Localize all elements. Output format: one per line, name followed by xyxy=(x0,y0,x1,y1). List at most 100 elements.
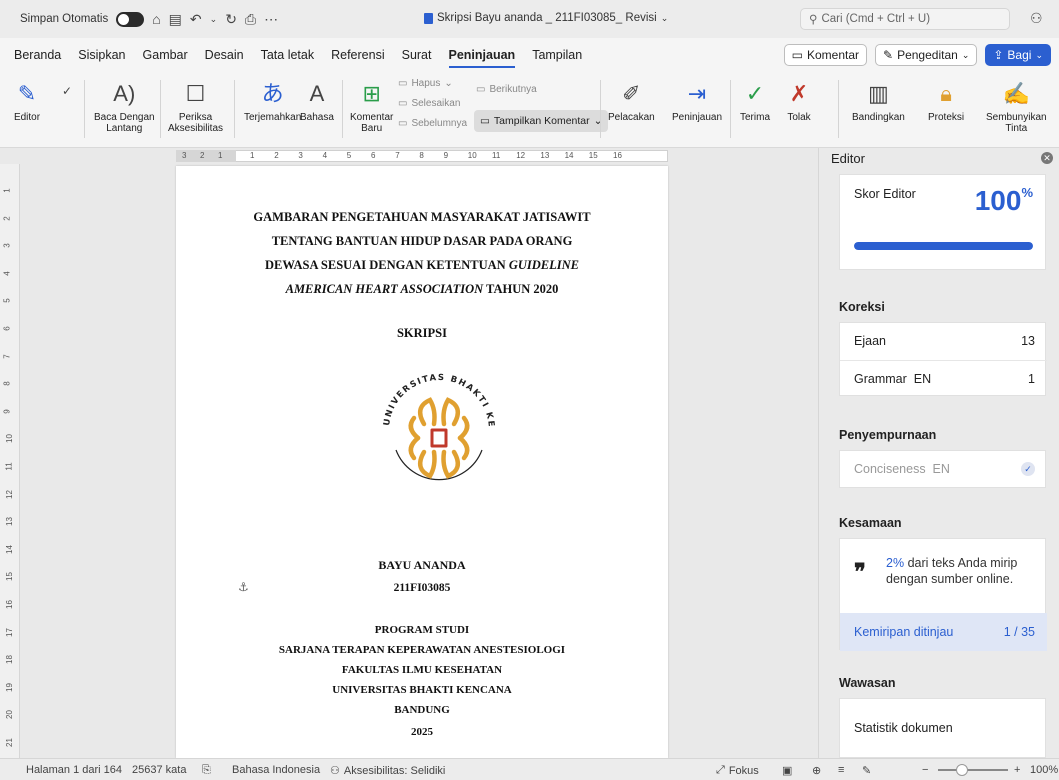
home-icon[interactable]: ⌂ xyxy=(152,11,160,27)
vertical-ruler-number: 13 xyxy=(4,517,14,527)
ink-icon: ✍ xyxy=(1002,80,1030,106)
save-icon[interactable]: ▤ xyxy=(169,11,182,28)
editor-icon: ✎ xyxy=(17,80,37,106)
compare-label: Bandingkan xyxy=(852,112,905,123)
comments-button[interactable]: ▭ Komentar xyxy=(783,44,868,66)
tab-sisipkan[interactable]: Sisipkan xyxy=(78,48,125,68)
quote-icon: ❞ xyxy=(854,559,866,585)
comments-label: Komentar xyxy=(806,48,860,62)
next-comment-button[interactable]: ▭ Berikutnya xyxy=(476,84,537,95)
draft-view-icon[interactable]: ✎ xyxy=(862,764,871,777)
reviewing-pane-button[interactable]: ⇥ Peninjauan xyxy=(672,78,722,123)
zoom-level[interactable]: 100% xyxy=(1030,764,1058,776)
hide-ink-button[interactable]: ✍ Sembunyikan Tinta xyxy=(986,78,1047,134)
tab-tata-letak[interactable]: Tata letak xyxy=(261,48,315,68)
grammar-row[interactable]: Grammar EN 1 xyxy=(840,360,1047,396)
zoom-out-button[interactable]: − xyxy=(922,764,928,776)
spelling-row[interactable]: Ejaan 13 xyxy=(840,323,1047,359)
focus-button[interactable]: ⤢ Fokus xyxy=(716,764,759,777)
print-icon[interactable]: ⎙ xyxy=(245,11,256,28)
accessibility-status[interactable]: ⚇ Aksesibilitas: Selidiki xyxy=(330,764,446,778)
conciseness-row[interactable]: Conciseness EN ✓ xyxy=(840,451,1047,487)
comment-icon: ▭ xyxy=(791,48,803,62)
new-comment-button[interactable]: ⊞ Komentar Baru xyxy=(350,78,393,134)
tab-desain[interactable]: Desain xyxy=(205,48,244,68)
read-aloud-label-2: Lantang xyxy=(106,123,143,134)
student-id: 211FI03085 xyxy=(393,582,451,594)
document-stats-row[interactable]: Statistik dokumen xyxy=(840,710,1047,746)
share-button[interactable]: ⇪ Bagi ⌄ xyxy=(985,44,1051,66)
tracking-button[interactable]: ✐ Pelacakan xyxy=(608,78,655,123)
document-title[interactable]: Skripsi Bayu ananda _ 211FI03085_ Revisi… xyxy=(424,12,668,24)
tab-peninjauan[interactable]: Peninjauan xyxy=(448,48,516,68)
program-line-4: UNIVERSITAS BHAKTI KENCANA xyxy=(332,684,512,696)
previous-comment-button[interactable]: ▭ Sebelumnya xyxy=(398,118,467,129)
editor-pane-title: Editor xyxy=(831,151,865,166)
document-stats-label: Statistik dokumen xyxy=(854,721,953,735)
new-comment-label-2: Baru xyxy=(361,123,383,134)
ruler-number: 15 xyxy=(588,151,598,160)
ribbon-separator xyxy=(84,80,85,138)
read-aloud-button[interactable]: A) Baca Dengan Lantang xyxy=(94,78,155,134)
vertical-ruler-number: 1 xyxy=(2,188,12,193)
accept-button[interactable]: ✓ Terima xyxy=(740,78,770,123)
resolve-comment-button[interactable]: ▭ Selesaikan xyxy=(398,98,460,109)
reviewing-label: Peninjauan xyxy=(672,112,723,123)
show-comments-button[interactable]: ▭ Tampilkan Komentar ⌄ xyxy=(474,110,609,132)
language-status[interactable]: Bahasa Indonesia xyxy=(232,764,320,776)
ruler-number: 10 xyxy=(467,151,477,160)
vertical-ruler-number: 11 xyxy=(4,462,14,471)
editor-button[interactable]: ✎ Editor xyxy=(12,78,42,123)
close-icon[interactable]: ✕ xyxy=(1041,152,1053,164)
program-line-3: FAKULTAS ILMU KESEHATAN xyxy=(341,664,503,676)
accessibility-status-label: Aksesibilitas: Selidiki xyxy=(343,764,446,777)
redo-icon[interactable]: ↻ xyxy=(225,11,237,28)
reject-button[interactable]: ✗ Tolak xyxy=(784,78,814,123)
ribbon-separator xyxy=(600,80,601,138)
spelling-tools[interactable]: ✓ xyxy=(52,76,82,110)
vertical-ruler-number: 16 xyxy=(4,600,14,609)
vertical-ruler[interactable]: 1 2 3 4 5 6 7 8 9 10 11 12 13 14 15 16 17 18 19 20 21 xyxy=(0,164,20,758)
check-accessibility-button[interactable]: ☐ Periksa Aksesibilitas xyxy=(168,78,223,134)
vertical-ruler-number: 12 xyxy=(4,489,14,499)
tab-tampilan[interactable]: Tampilan xyxy=(532,48,582,68)
outline-view-icon[interactable]: ≡ xyxy=(838,764,844,776)
grammar-label: Grammar xyxy=(854,371,907,386)
ruler-number: 5 xyxy=(346,151,352,160)
compare-button[interactable]: ▥ Bandingkan xyxy=(852,78,905,123)
tab-surat[interactable]: Surat xyxy=(402,48,432,68)
ribbon-tabs: Beranda Sisipkan Gambar Desain Tata letak Ref… xyxy=(14,48,582,68)
word-count[interactable]: 25637 kata xyxy=(132,764,186,776)
page-count[interactable]: Halaman 1 dari 164 xyxy=(26,764,122,776)
protect-button[interactable]: 🔒︎ Proteksi xyxy=(928,78,964,123)
account-icon[interactable]: ⚇ xyxy=(1030,10,1043,27)
similarity-reviewed-row[interactable]: Kemiripan ditinjau 1 / 35 xyxy=(840,613,1047,651)
tab-beranda[interactable]: Beranda xyxy=(14,48,61,68)
program-line-6: 2025 xyxy=(411,726,433,738)
undo-icon[interactable]: ↶ xyxy=(190,11,202,28)
language-button[interactable]: A Bahasa xyxy=(300,78,334,123)
web-layout-icon[interactable]: ⊕ xyxy=(812,764,821,777)
delete-comment-button[interactable]: ▭ Hapus ⌄ xyxy=(398,78,453,89)
more-icon[interactable]: ⋯ xyxy=(264,11,278,28)
ribbon: ✎ Editor ✓ A) Baca Dengan Lantang ☐ Peri… xyxy=(0,72,1059,148)
search-input[interactable]: ⚲ Cari (Cmd + Ctrl + U) xyxy=(800,8,1010,30)
horizontal-ruler[interactable]: 3 2 1 1 2 3 4 5 6 7 8 9 10 11 12 13 14 15 16 xyxy=(0,148,818,164)
accept-label: Terima xyxy=(740,112,771,123)
zoom-slider-handle[interactable] xyxy=(956,764,968,776)
proofing-icon[interactable]: ⎘ xyxy=(202,764,211,777)
editing-mode-button[interactable]: ✎ Pengeditan ⌄ xyxy=(875,44,978,66)
print-layout-icon[interactable]: ▣ xyxy=(782,764,792,777)
score-progress-fill xyxy=(854,242,1033,250)
chevron-down-icon: ⌄ xyxy=(444,78,453,89)
ruler-number: 16 xyxy=(613,151,622,160)
tab-referensi[interactable]: Referensi xyxy=(331,48,385,68)
score-unit: % xyxy=(1021,185,1033,200)
tab-gambar[interactable]: Gambar xyxy=(143,48,188,68)
document-page[interactable]: GAMBARAN PENGETAHUAN MASYARAKAT JATISAWI… xyxy=(176,166,668,758)
autosave-toggle[interactable] xyxy=(116,11,145,27)
zoom-in-button[interactable]: + xyxy=(1014,764,1020,776)
zoom-slider-track[interactable] xyxy=(938,769,1008,771)
chevron-down-icon[interactable]: ⌄ xyxy=(210,14,218,25)
translate-button[interactable]: あ Terjemahkan xyxy=(244,78,301,123)
